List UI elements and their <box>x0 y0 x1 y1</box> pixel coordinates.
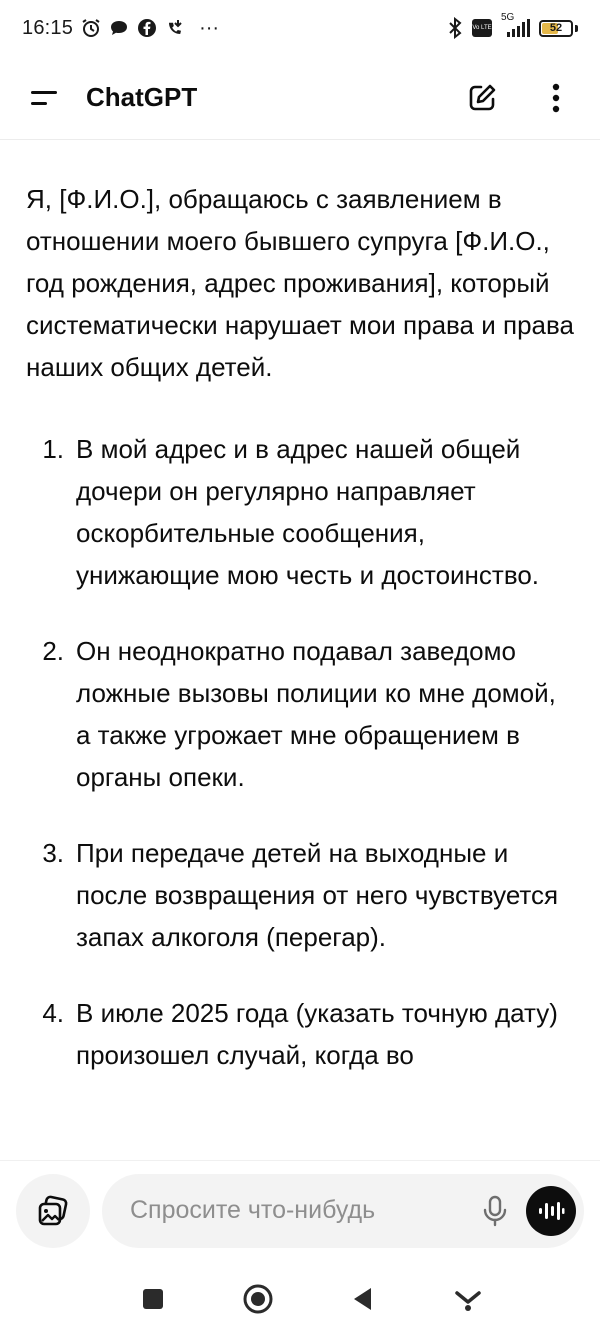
list-item: 2. Он неоднократно подавал заведомо ложн… <box>26 630 576 798</box>
assistant-message: Я, [Ф.И.О.], обращаюсь с заявлением в от… <box>0 140 600 1160</box>
composer <box>0 1160 600 1260</box>
list-item-number: 2. <box>42 636 64 666</box>
back-triangle-icon <box>353 1287 371 1310</box>
recents-button[interactable] <box>129 1275 177 1323</box>
home-circle-icon <box>243 1284 272 1313</box>
volte-icon: Vo LTE <box>471 18 493 38</box>
message-list: 1. В мой адрес и в адрес нашей общей доч… <box>26 428 576 1076</box>
app-header: ChatGPT <box>0 56 600 140</box>
volte-label: Vo LTE <box>472 24 492 31</box>
square-icon <box>142 1288 163 1309</box>
network-label: 5G <box>501 12 515 23</box>
status-bar: 16:15 ··· Vo LTE 5G 52 <box>0 0 600 56</box>
alarm-icon <box>81 18 101 38</box>
app-title: ChatGPT <box>86 82 198 112</box>
status-left: 16:15 ··· <box>22 17 219 40</box>
battery-tip <box>575 24 578 32</box>
battery-level: 52 <box>549 22 563 34</box>
menu-icon <box>31 90 57 105</box>
home-button[interactable] <box>234 1275 282 1323</box>
more-vertical-icon <box>552 83 560 112</box>
list-item-text: Он неоднократно подавал заведомо ложные … <box>76 636 556 792</box>
status-right: Vo LTE 5G 52 <box>447 12 578 39</box>
dictate-button[interactable] <box>474 1190 516 1232</box>
header-actions <box>462 78 576 118</box>
edit-icon <box>469 84 496 110</box>
more-options-button[interactable] <box>536 78 576 118</box>
list-item-text: В мой адрес и в адрес нашей общей дочери… <box>76 434 540 590</box>
sidebar-menu-button[interactable] <box>24 78 64 118</box>
bluetooth-icon <box>447 17 463 39</box>
prompt-pill <box>102 1173 584 1248</box>
attach-image-button[interactable] <box>16 1173 90 1248</box>
more-notifications-icon: ··· <box>199 16 220 39</box>
image-attach-icon <box>38 1195 68 1225</box>
microphone-icon <box>483 1195 507 1226</box>
signal-icon: 5G <box>501 12 531 38</box>
system-nav-bar <box>0 1260 600 1337</box>
voice-mode-button[interactable] <box>526 1185 576 1236</box>
assistant-nav-button[interactable] <box>444 1275 492 1323</box>
message-intro: Я, [Ф.И.О.], обращаюсь с заявлением в от… <box>26 184 574 382</box>
waveform-icon <box>539 1201 565 1220</box>
back-button[interactable] <box>339 1275 387 1323</box>
new-chat-button[interactable] <box>462 78 502 118</box>
list-item: 4. В июле 2025 года (указать точную дату… <box>26 992 576 1076</box>
battery-icon: 52 <box>539 19 573 37</box>
chevron-down-icon <box>454 1290 481 1311</box>
chatgpt-screen: 16:15 ··· Vo LTE 5G 52 ChatGPT Я, [Ф.И.О… <box>0 0 600 1337</box>
chat-bubble-icon <box>109 18 129 38</box>
list-item-number: 3. <box>42 838 64 868</box>
list-item-text: В июле 2025 года (указать точную дату) п… <box>76 998 558 1070</box>
list-item: 1. В мой адрес и в адрес нашей общей доч… <box>26 428 576 596</box>
missed-call-icon <box>165 18 185 38</box>
list-item-text: При передаче детей на выходные и после в… <box>76 838 559 952</box>
status-time: 16:15 <box>22 16 74 39</box>
list-item-number: 1. <box>42 434 64 464</box>
list-item-number: 4. <box>42 998 64 1028</box>
list-item: 3. При передаче детей на выходные и посл… <box>26 832 576 958</box>
prompt-input[interactable] <box>130 1196 474 1225</box>
facebook-icon <box>137 18 157 38</box>
